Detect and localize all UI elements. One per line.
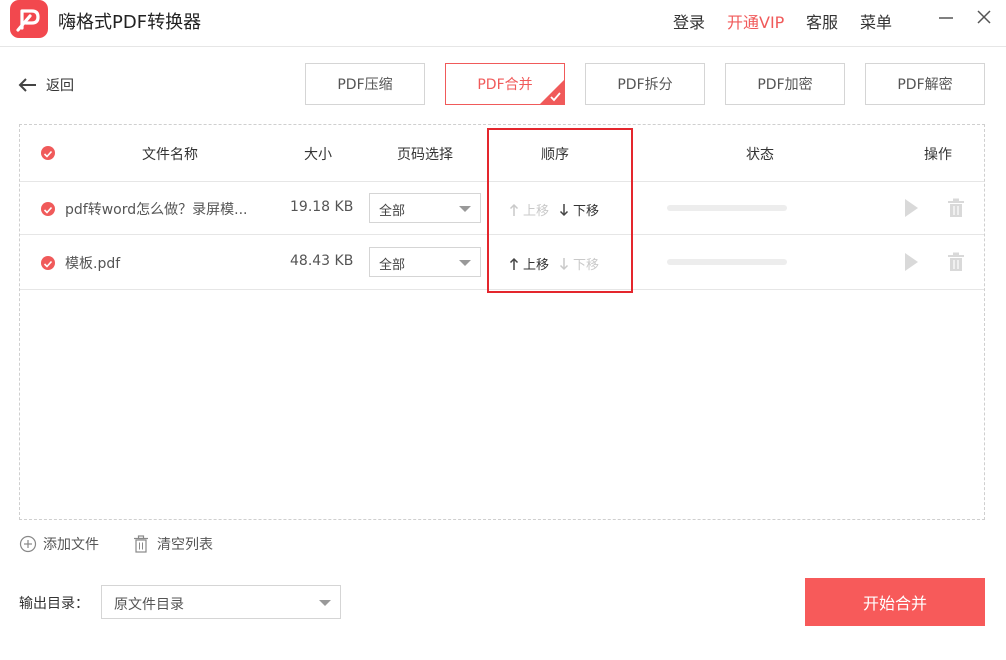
header-file-name: 文件名称 [142,147,198,163]
selected-check-corner-icon [540,80,564,104]
output-dir-value: 原文件目录 [114,597,184,613]
order-column-highlight [487,128,633,293]
play-icon[interactable] [903,198,919,218]
page-select-value: 全部 [379,258,406,273]
trash-icon[interactable] [947,252,965,272]
menu-link[interactable]: 菜单 [860,9,892,33]
select-all-checkbox[interactable] [41,146,55,160]
add-file-label: 添加文件 [43,537,99,553]
app-logo-icon [10,0,48,38]
progress-bar [667,205,787,211]
dropdown-arrow-icon [459,260,471,266]
trash-icon[interactable] [947,198,965,218]
page-select-dropdown[interactable]: 全部 [369,193,481,223]
minimize-button[interactable] [936,6,956,28]
header-size: 大小 [304,147,332,163]
add-file-button[interactable]: 添加文件 [19,534,99,554]
customer-service-link[interactable]: 客服 [806,9,838,33]
clear-list-label: 清空列表 [157,537,213,553]
arrow-left-icon [18,78,36,92]
output-dir-label: 输出目录： [19,596,89,612]
title-bar: 嗨格式PDF转换器 登录 开通VIP 客服 菜单 [0,0,1006,47]
file-name: 模板.pdf [65,256,121,272]
file-size: 48.43 KB [290,253,354,269]
login-link[interactable]: 登录 [673,9,705,33]
open-vip-link[interactable]: 开通VIP [727,9,784,33]
clear-list-button[interactable]: 清空列表 [133,534,213,554]
file-name: pdf转word怎么做？录屏模... [65,202,248,218]
file-size: 19.18 KB [290,199,354,215]
tab-pdf-split[interactable]: PDF拆分 [585,63,705,105]
start-merge-button[interactable]: 开始合并 [805,578,985,626]
header-action: 操作 [924,147,952,163]
progress-bar [667,259,787,265]
page-select-dropdown[interactable]: 全部 [369,247,481,277]
back-button[interactable]: 返回 [18,74,74,96]
output-dir-dropdown[interactable]: 原文件目录 [101,585,341,619]
dropdown-arrow-icon [319,600,331,606]
tab-pdf-decrypt[interactable]: PDF解密 [865,63,985,105]
plus-circle-icon [19,535,37,553]
trash-outline-icon [134,535,148,553]
play-icon[interactable] [903,252,919,272]
tab-pdf-encrypt[interactable]: PDF加密 [725,63,845,105]
app-title: 嗨格式PDF转换器 [58,12,202,33]
dropdown-arrow-icon [459,206,471,212]
header-page-select: 页码选择 [397,147,453,163]
tab-pdf-compress[interactable]: PDF压缩 [305,63,425,105]
back-label: 返回 [46,78,74,94]
page-select-value: 全部 [379,204,406,219]
row-checkbox[interactable] [41,256,55,270]
tab-pdf-merge-label: PDF合并 [477,77,533,93]
tab-pdf-merge[interactable]: PDF合并 [445,63,565,105]
row-checkbox[interactable] [41,202,55,216]
header-status: 状态 [746,147,774,163]
close-button[interactable] [974,6,994,28]
